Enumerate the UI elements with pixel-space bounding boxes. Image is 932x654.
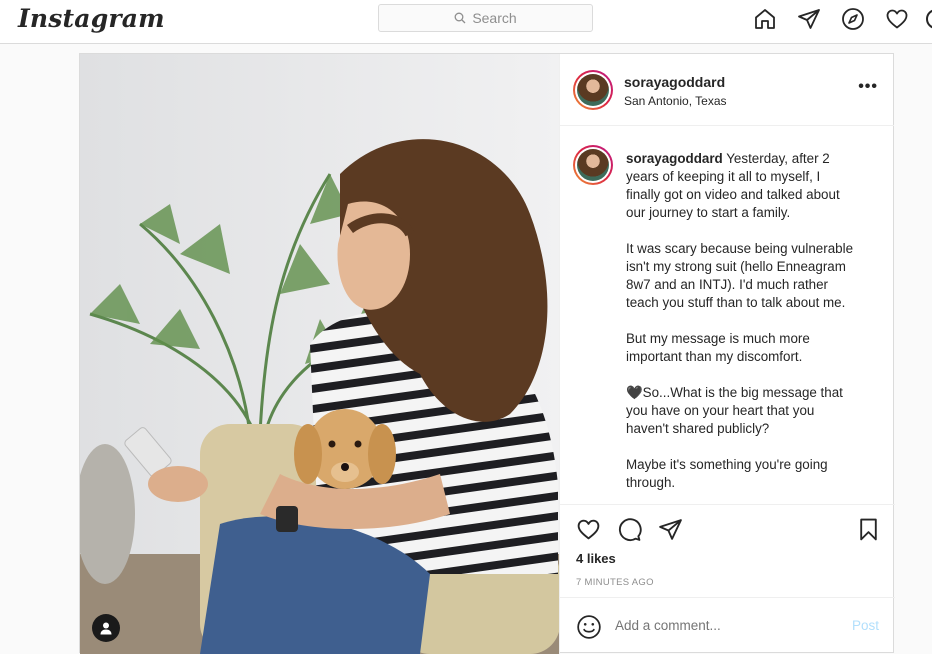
post-photo[interactable] [80,54,559,654]
caption-line: It was scary because being vulnerable [626,241,854,256]
profile-avatar[interactable] [926,9,932,29]
caption-paragraph-1: sorayagoddard Yesterday, after 2 years o… [626,150,876,222]
caption-line: finally got on video and talked about [626,187,840,202]
caption-paragraph-4: 🖤So...What is the big message that you h… [626,384,876,438]
comment-input[interactable] [615,618,835,633]
bookmark-icon[interactable] [856,517,881,547]
search-placeholder: Search [472,10,517,26]
caption-line: 8w7 and an INTJ). I'd much rather [626,277,829,292]
caption-username[interactable]: sorayagoddard [626,151,723,166]
author-avatar[interactable] [573,70,613,110]
caption-line: important than my discomfort. [626,349,803,364]
direct-icon[interactable] [796,6,822,32]
comment-icon[interactable] [617,517,642,547]
caption-paragraph-3: But my message is much more important th… [626,330,876,366]
likes-count[interactable]: 4 likes [576,551,616,566]
caption-line: our journey to start a family. [626,205,791,220]
post-timestamp[interactable]: 7 MINUTES AGO [576,577,654,588]
search-icon [454,12,466,24]
post-card: sorayagoddard San Antonio, Texas ••• sor… [79,53,895,654]
caption-line: Yesterday, after 2 [726,151,830,166]
like-icon[interactable] [576,517,601,547]
tagged-users-button[interactable] [92,614,120,642]
share-icon[interactable] [658,517,683,547]
activity-icon[interactable] [884,6,910,32]
caption-line: isn't my strong suit (hello Enneagram [626,259,846,274]
post-location[interactable]: San Antonio, Texas [624,94,727,108]
caption-line: years of keeping it all to myself, I [626,169,821,184]
caption-line: haven't shared publicly? [626,421,770,436]
post-sidebar: sorayagoddard San Antonio, Texas ••• sor… [559,54,895,654]
post-actions: 4 likes 7 MINUTES AGO [560,504,895,596]
author-username[interactable]: sorayagoddard [624,74,725,90]
caption-paragraph-5: Maybe it's something you're going throug… [626,456,876,492]
comment-bar: Post [560,597,895,654]
top-navigation-bar: Instagram Search [0,0,932,44]
caption-line: But my message is much more [626,331,810,346]
search-box[interactable]: Search [378,4,593,32]
user-icon [100,622,112,635]
caption-line: Maybe it's something you're going [626,457,828,472]
post-comment-button[interactable]: Post [852,618,879,633]
caption-line: teach you stuff than to talk about me. [626,295,846,310]
caption-line: 🖤So...What is the big message that [626,385,843,400]
caption-paragraph-2: It was scary because being vulnerable is… [626,240,876,312]
post-header: sorayagoddard San Antonio, Texas ••• [560,54,894,126]
caption-area: sorayagoddard Yesterday, after 2 years o… [560,127,895,503]
caption-avatar[interactable] [573,145,613,185]
emoji-icon[interactable] [576,614,602,640]
instagram-logo[interactable]: Instagram [18,4,165,33]
home-icon[interactable] [752,6,778,32]
caption-line: you have on your heart that you [626,403,815,418]
caption-line: through. [626,475,676,490]
more-options-icon[interactable]: ••• [858,78,878,96]
explore-icon[interactable] [840,6,866,32]
